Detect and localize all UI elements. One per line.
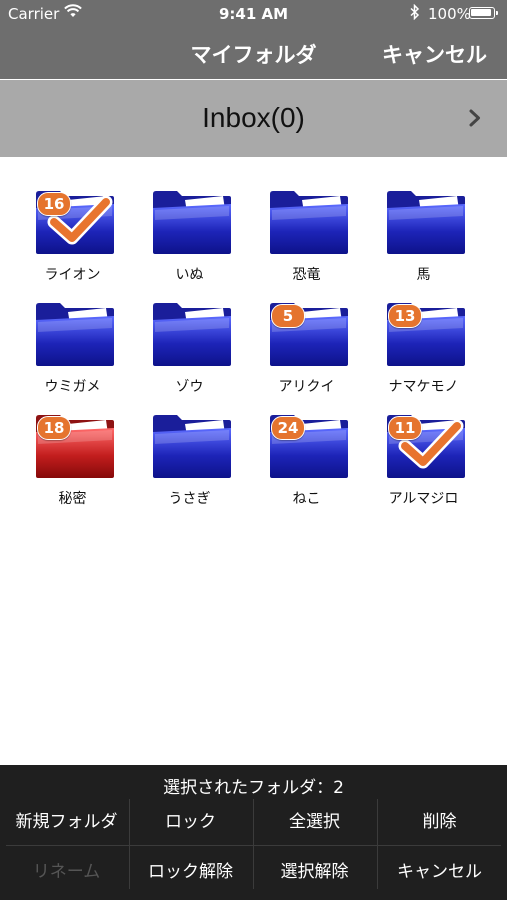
folder-icon xyxy=(34,298,116,368)
folder-name: ウミガメ xyxy=(44,379,101,395)
folder-name: いぬ xyxy=(175,267,204,283)
folder-item[interactable]: 恐竜 xyxy=(248,184,365,296)
folder-name: ナマケモノ xyxy=(388,379,459,395)
folder-name: 恐竜 xyxy=(292,267,321,283)
battery-icon xyxy=(469,7,498,19)
folder-item[interactable]: 11 アルマジロ xyxy=(365,408,482,520)
folder-name: ねこ xyxy=(292,491,321,507)
rename-button[interactable]: リネーム xyxy=(5,851,128,893)
inbox-label: Inbox(0) xyxy=(202,102,305,133)
folder-icon xyxy=(385,186,467,256)
folder-item[interactable]: いぬ xyxy=(131,184,248,296)
folder-item[interactable]: 13 ナマケモノ xyxy=(365,296,482,408)
lock-button[interactable]: ロック xyxy=(129,801,252,843)
folder-count-badge: 16 xyxy=(37,192,71,216)
selected-folder-count: 選択されたフォルダ：2 xyxy=(163,778,344,798)
battery-percent: 100% xyxy=(428,5,471,23)
deselect-button[interactable]: 選択解除 xyxy=(253,851,376,893)
folder-name: アリクイ xyxy=(278,379,335,395)
folder-icon xyxy=(151,410,233,480)
folder-item[interactable]: うさぎ xyxy=(131,408,248,520)
folder-icon xyxy=(151,298,233,368)
folder-item[interactable]: 馬 xyxy=(365,184,482,296)
navigation-bar: マイフォルダ キャンセル xyxy=(0,28,507,79)
toolbar-cancel-button[interactable]: キャンセル xyxy=(378,851,501,893)
folder-name: アルマジロ xyxy=(388,491,459,507)
delete-button[interactable]: 削除 xyxy=(378,801,501,843)
folder-item[interactable]: 24 ねこ xyxy=(248,408,365,520)
folder-item[interactable]: ウミガメ xyxy=(14,296,131,408)
folder-count-badge: 13 xyxy=(388,304,422,328)
folder-name: ゾウ xyxy=(175,379,204,395)
new-folder-button[interactable]: 新規フォルダ xyxy=(5,801,128,843)
bluetooth-icon xyxy=(410,3,420,24)
folder-name: 秘密 xyxy=(58,491,87,507)
folder-name: ライオン xyxy=(44,267,101,283)
folder-item[interactable]: 16 ライオン xyxy=(14,184,131,296)
folder-icon xyxy=(268,186,350,256)
nav-cancel-button[interactable]: キャンセル xyxy=(382,39,487,69)
folder-count-badge: 24 xyxy=(271,416,305,440)
edit-toolbar: 選択されたフォルダ：2 新規フォルダ ロック 全選択 削除 リネーム ロック解除… xyxy=(0,765,507,900)
folder-count-badge: 11 xyxy=(388,416,422,440)
folder-item[interactable]: 18 秘密 xyxy=(14,408,131,520)
folder-item[interactable]: ゾウ xyxy=(131,296,248,408)
chevron-right-icon xyxy=(468,108,482,132)
folder-count-badge: 18 xyxy=(37,416,71,440)
folder-name: 馬 xyxy=(416,267,431,283)
folder-name: うさぎ xyxy=(168,491,211,507)
folder-icon xyxy=(151,186,233,256)
divider xyxy=(6,845,501,846)
folder-item[interactable]: 5 アリクイ xyxy=(248,296,365,408)
folder-count-badge: 5 xyxy=(271,304,305,328)
unlock-button[interactable]: ロック解除 xyxy=(129,851,252,893)
select-all-button[interactable]: 全選択 xyxy=(253,801,376,843)
folder-grid: 16 ライオン いぬ 恐竜 馬ウミガメ ゾウ 5 アリクイ 13 ナマケモノ 18 秘密 うさぎ 24 ねこ… xyxy=(14,184,494,520)
status-bar: Carrier 9:41 AM 100% xyxy=(0,0,507,28)
inbox-row[interactable]: Inbox(0) xyxy=(0,80,507,157)
